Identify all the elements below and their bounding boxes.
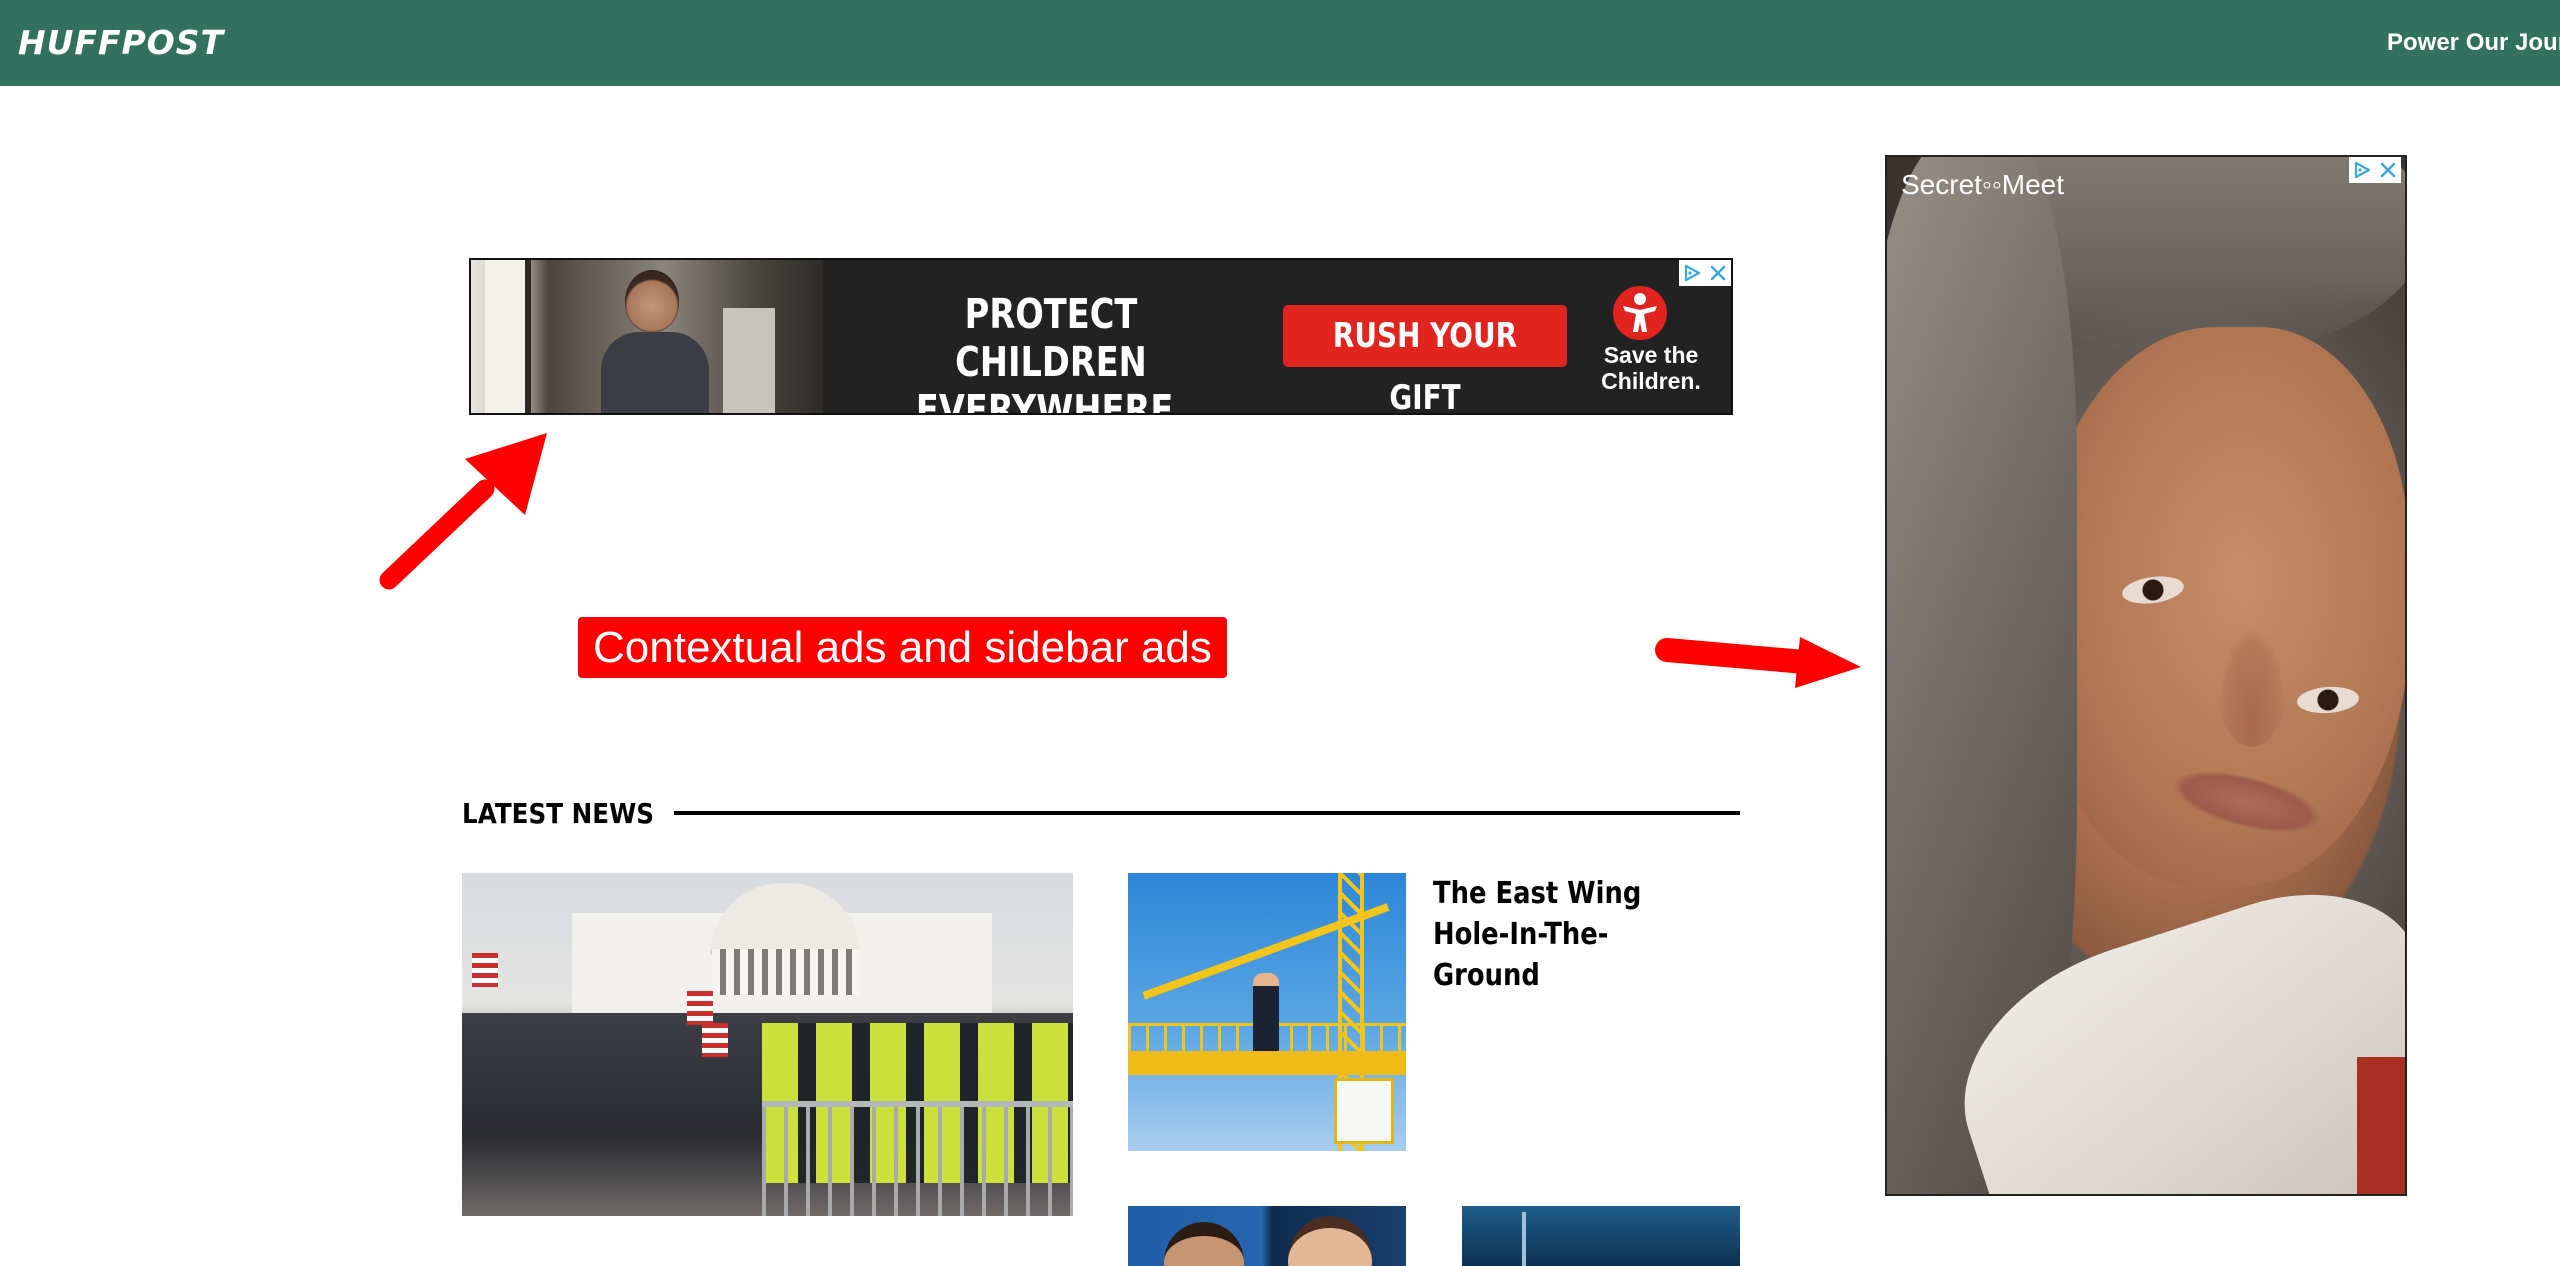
section-divider [674, 811, 1740, 815]
close-icon[interactable] [1705, 260, 1731, 286]
banner-ad[interactable]: PROTECT CHILDREN EVERYWHERE. RUSH YOUR G… [469, 258, 1733, 415]
article-photo[interactable] [1462, 1206, 1740, 1266]
latest-news-heading: LATEST NEWS [462, 797, 655, 830]
article-photo[interactable] [1128, 1206, 1406, 1266]
huffpost-logo[interactable]: HUFFPOST [18, 23, 224, 63]
crane-photo[interactable] [1128, 873, 1406, 1151]
annotation-label: Contextual ads and sidebar ads [578, 617, 1227, 678]
adchoices-icon[interactable] [1679, 260, 1705, 286]
arrow-up-right-icon [379, 433, 547, 590]
article-title[interactable]: The East Wing Hole-In-The- Ground [1433, 873, 1641, 996]
sidebar-ad[interactable]: Secret◦◦Meet [1885, 155, 2407, 1196]
site-header: HUFFPOST Power Our Jour [0, 0, 2560, 86]
save-the-children-text: Save the Children. [1601, 342, 1701, 394]
banner-ad-photo [471, 260, 823, 413]
sidebar-ad-controls [2349, 157, 2401, 183]
banner-ad-headline: PROTECT CHILDREN EVERYWHERE. [915, 290, 1187, 415]
close-icon[interactable] [2375, 157, 2401, 183]
save-the-children-logo [1613, 286, 1667, 340]
power-our-journalism-link[interactable]: Power Our Jour [2387, 28, 2560, 58]
capitol-riot-photo[interactable] [462, 873, 1073, 1216]
rush-your-gift-label: RUSH YOUR GIFT [1332, 316, 1518, 415]
rush-your-gift-button[interactable]: RUSH YOUR GIFT [1283, 305, 1567, 413]
banner-ad-controls [1679, 260, 1731, 286]
adchoices-icon[interactable] [2349, 157, 2375, 183]
arrow-right-icon [1655, 637, 1861, 688]
secret-meet-logo: Secret◦◦Meet [1901, 169, 2065, 200]
